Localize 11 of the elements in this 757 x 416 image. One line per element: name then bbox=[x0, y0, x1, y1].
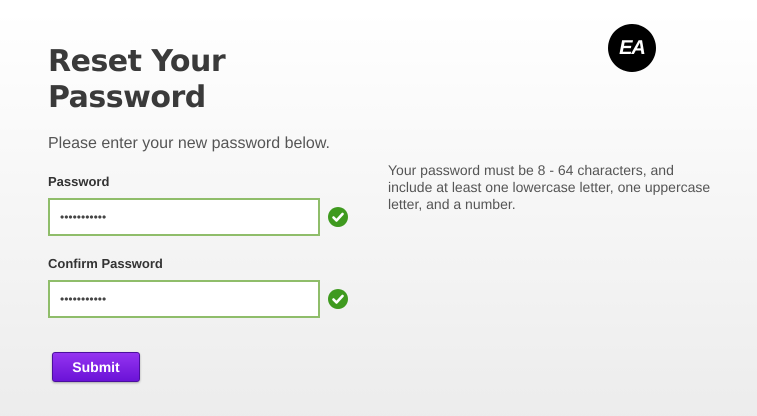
field-label: Password bbox=[48, 174, 110, 190]
field-label: Confirm Password bbox=[48, 256, 163, 272]
checkmark-icon bbox=[328, 289, 348, 309]
logo: EA bbox=[608, 24, 656, 72]
password-requirements-text: Your password must be 8 - 64 characters, and include at least one lowercase letter, one uppercase letter, and a number. bbox=[388, 162, 712, 213]
password-field[interactable]: ••••••••••• bbox=[48, 198, 320, 236]
submit-button[interactable]: Submit bbox=[52, 352, 140, 382]
page-title: Reset Your Password bbox=[48, 44, 227, 116]
instruction-text: Please enter your new password below. bbox=[48, 134, 330, 154]
password-field[interactable]: ••••••••••• bbox=[48, 280, 320, 318]
checkmark-icon bbox=[328, 207, 348, 227]
